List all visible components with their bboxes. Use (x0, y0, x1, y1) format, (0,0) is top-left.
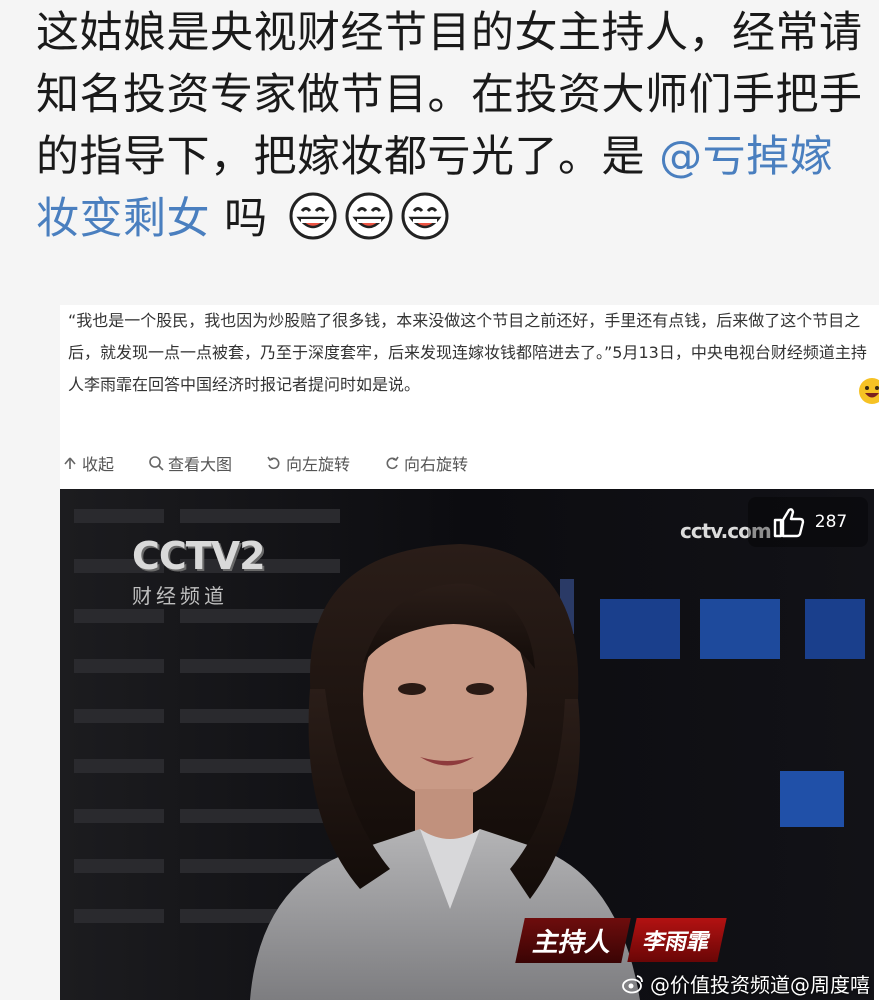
collapse-button[interactable]: 收起 (62, 450, 114, 476)
collapse-label: 收起 (82, 455, 115, 474)
like-count: 287 (814, 512, 848, 532)
image-toolbar: 收起 查看大图 向左旋转 向右旋转 (62, 450, 468, 476)
like-button[interactable]: 287 (748, 497, 868, 547)
grin-emoji-icon (289, 192, 337, 240)
search-icon (149, 456, 164, 471)
cctv2-logo: CCTV2 (132, 534, 266, 578)
channel-logo: CCTV2 财经频道 (132, 534, 362, 614)
rotate-right-label: 向右旋转 (404, 455, 469, 474)
news-screenshot[interactable]: CCTV2 财经频道 cctv.com 287 主持人 李雨霏 @价值投资频道@… (60, 489, 874, 1000)
collapse-icon (64, 457, 76, 469)
embedded-card: “我也是一个股民，我也因为炒股赔了很多钱，本来没做这个节目之前还好，手里还有点钱… (60, 305, 879, 1000)
view-large-button[interactable]: 查看大图 (148, 450, 232, 476)
rotate-left-button[interactable]: 向左旋转 (266, 450, 350, 476)
rotate-left-icon (267, 456, 280, 470)
post-tail: 吗 (210, 194, 268, 244)
quote-body: “我也是一个股民，我也因为炒股赔了很多钱，本来没做这个节目之前还好，手里还有点钱… (68, 311, 867, 394)
quote-text: “我也是一个股民，我也因为炒股赔了很多钱，本来没做这个节目之前还好，手里还有点钱… (60, 305, 879, 404)
lower-third-title: 主持人 (515, 917, 631, 963)
weibo-logo-icon (622, 974, 643, 993)
grin-emoji-icon (401, 192, 449, 240)
lower-third-caption: 主持人 李雨霏 (515, 917, 727, 963)
view-large-label: 查看大图 (168, 455, 233, 474)
channel-subtitle: 财经频道 (132, 584, 228, 608)
rotate-right-button[interactable]: 向右旋转 (384, 450, 468, 476)
weibo-watermark: @价值投资频道@周度嘻 (622, 969, 870, 998)
laugh-emoji-icon (859, 378, 879, 404)
post-text: 这姑娘是央视财经节目的女主持人，经常请知名投资专家做节目。在投资大师们手把手的指… (36, 2, 866, 250)
watermark-text: @价值投资频道@周度嘻 (650, 973, 870, 997)
rotate-right-icon (386, 456, 399, 470)
thumbs-up-icon (773, 508, 804, 538)
lower-third-name: 李雨霏 (627, 918, 727, 962)
rotate-left-label: 向左旋转 (286, 455, 351, 474)
grin-emoji-icon (345, 192, 393, 240)
